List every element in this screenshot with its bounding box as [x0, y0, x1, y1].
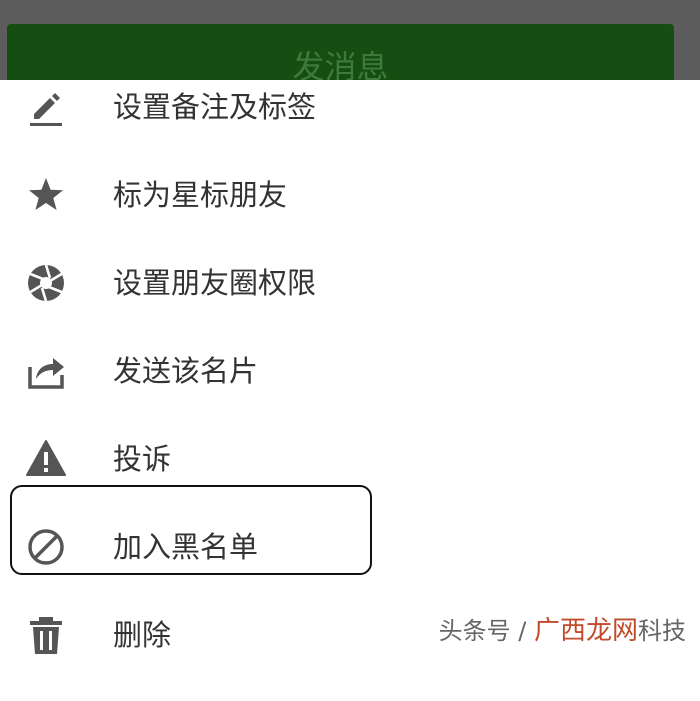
edit-pencil-icon [24, 85, 68, 129]
trash-icon [24, 613, 68, 657]
menu-item-blacklist[interactable]: 加入黑名单 [0, 525, 700, 613]
menu-item-label: 投诉 [113, 442, 172, 476]
menu-item-label: 标为星标朋友 [113, 178, 288, 212]
watermark-suffix: 科技 [638, 617, 686, 645]
menu-item-label: 加入黑名单 [113, 530, 259, 564]
block-icon [24, 525, 68, 569]
watermark-prefix: 头条号 / [438, 617, 534, 645]
share-icon [24, 349, 68, 393]
action-sheet: 设置备注及标签 标为星标朋友 设置朋友圈权限 发送该名片 投诉 加入黑名单 删除 [0, 80, 700, 654]
menu-item-moments-permission[interactable]: 设置朋友圈权限 [0, 261, 700, 349]
star-icon [24, 173, 68, 217]
menu-item-complain[interactable]: 投诉 [0, 437, 700, 525]
menu-item-label: 设置备注及标签 [113, 90, 317, 124]
watermark-brand: 广西龙网 [533, 616, 638, 646]
menu-item-label: 设置朋友圈权限 [113, 266, 317, 300]
menu-item-send-card[interactable]: 发送该名片 [0, 349, 700, 437]
menu-item-label: 删除 [113, 618, 172, 652]
menu-item-set-remark[interactable]: 设置备注及标签 [0, 85, 700, 173]
menu-item-star-friend[interactable]: 标为星标朋友 [0, 173, 700, 261]
watermark: 头条号 / 广西龙网科技 [439, 610, 686, 647]
aperture-icon [24, 261, 68, 305]
warning-icon [24, 437, 68, 481]
menu-item-label: 发送该名片 [113, 354, 259, 388]
